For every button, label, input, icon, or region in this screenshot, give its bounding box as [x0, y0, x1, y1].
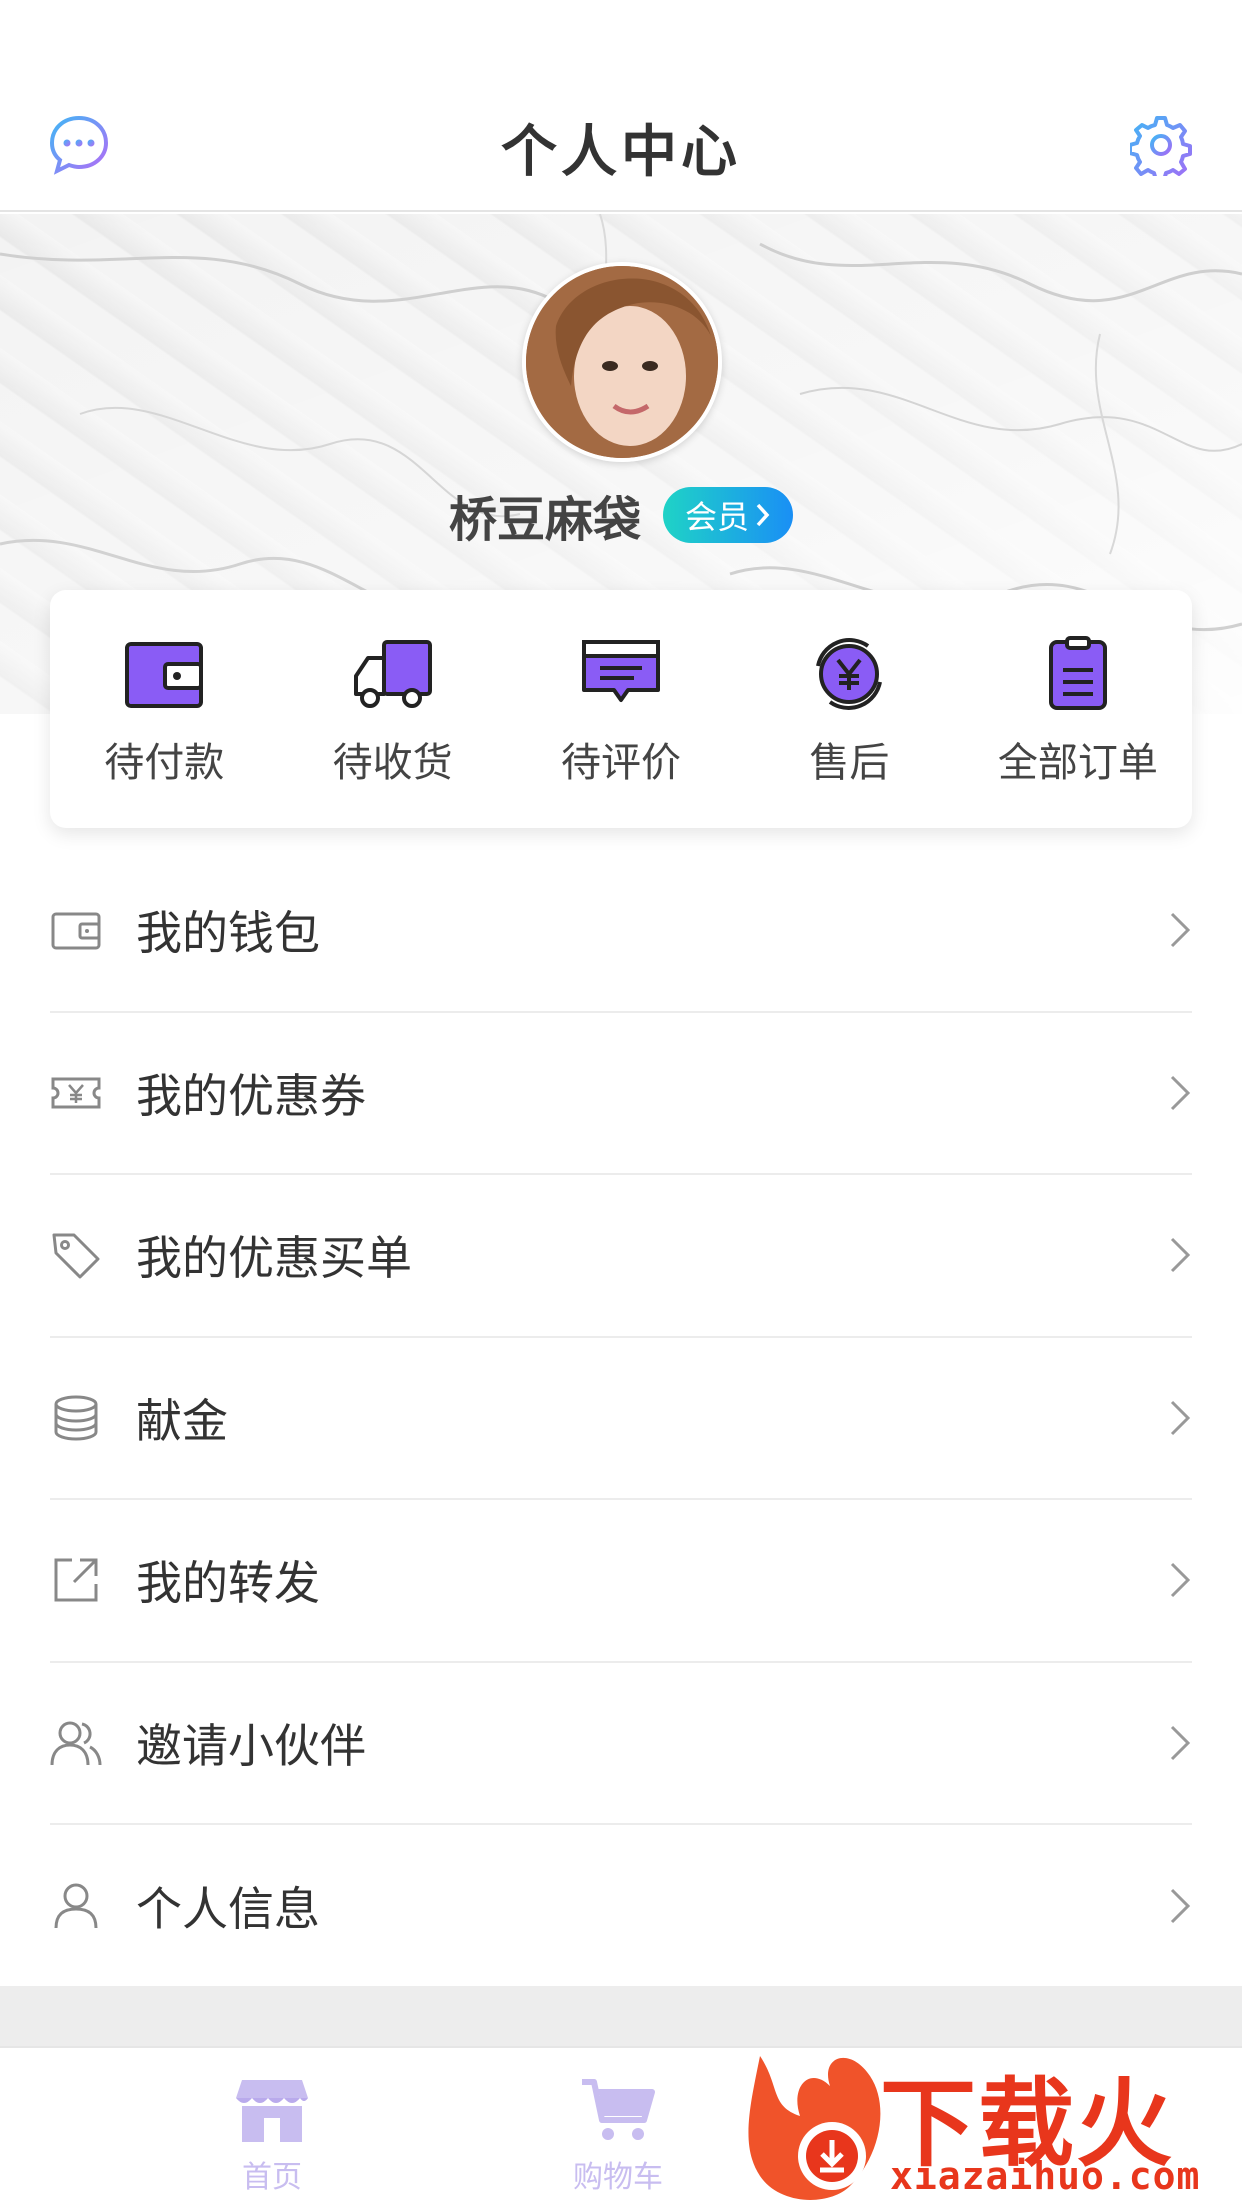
section-gap [0, 1986, 1242, 2046]
status-bar [0, 0, 1242, 84]
member-label: 会员 [685, 498, 750, 536]
order-pending-payment[interactable]: 待付款 [50, 590, 278, 828]
user-icon [54, 1883, 98, 1929]
order-after-sales[interactable]: 售后 [735, 590, 963, 828]
menu-label: 我的转发 [136, 1556, 320, 1611]
menu-item-wallet[interactable]: 我的钱包 [50, 850, 1192, 1013]
order-label: 全部订单 [997, 740, 1158, 786]
tab-label: 首页 [242, 2160, 302, 2195]
menu-item-profile[interactable]: 个人信息 [50, 1825, 1192, 1988]
avatar[interactable] [522, 262, 722, 462]
chevron-right-icon [1170, 1725, 1191, 1760]
order-label: 售后 [809, 740, 890, 786]
menu-label: 我的钱包 [136, 906, 320, 961]
menu-label: 个人信息 [136, 1882, 320, 1937]
clipboard-icon [1048, 636, 1107, 710]
share-icon [54, 1558, 98, 1602]
order-status-card: 待付款 待收货 待评价 售后 全部订单 [50, 590, 1192, 828]
tab-cart[interactable]: 购物车 [508, 2048, 728, 2196]
coins-icon [54, 1395, 98, 1441]
member-badge[interactable]: 会员 [663, 487, 794, 543]
tab-label: 购物车 [573, 2160, 663, 2195]
cart-icon [582, 2079, 655, 2140]
tab-home[interactable]: 首页 [162, 2048, 382, 2196]
friends-icon [50, 1721, 102, 1765]
menu-label: 我的优惠买单 [136, 1231, 412, 1286]
message-icon[interactable] [48, 114, 110, 176]
menu-item-donation[interactable]: 献金 [50, 1338, 1192, 1500]
chevron-right-icon [1170, 913, 1191, 948]
user-name: 桥豆麻袋 [448, 492, 641, 548]
order-label: 待评价 [561, 740, 682, 786]
store-icon [236, 2080, 308, 2142]
menu-item-discount-bill[interactable]: 我的优惠买单 [50, 1175, 1192, 1338]
watermark-url: xiazaihuo.com [890, 2154, 1201, 2198]
order-label: 待收货 [332, 740, 453, 786]
menu-item-coupons[interactable]: 我的优惠券 [50, 1013, 1192, 1175]
comment-icon [582, 640, 661, 702]
order-all[interactable]: 全部订单 [964, 590, 1192, 828]
chevron-right-icon [1170, 1400, 1191, 1435]
chevron-right-icon [1170, 1889, 1191, 1924]
chevron-right-icon [1170, 1238, 1191, 1273]
order-pending-review[interactable]: 待评价 [507, 590, 735, 828]
tag-icon [52, 1233, 100, 1279]
menu-list: 我的钱包 我的优惠券 我的优惠买单 献金 我的转发 邀请小伙伴 个人信息 [50, 850, 1192, 1988]
wallet-outline-icon [51, 912, 101, 950]
truck-icon [353, 640, 432, 708]
flame-logo-icon [748, 2056, 881, 2200]
watermark: 下载火 xiazaihuo.com [740, 2046, 1242, 2208]
coupon-icon [51, 1077, 101, 1109]
chevron-right-icon [1170, 1563, 1191, 1598]
header: 个人中心 [0, 84, 1242, 212]
menu-item-invite[interactable]: 邀请小伙伴 [50, 1663, 1192, 1825]
yen-refresh-icon [816, 638, 883, 710]
page-title: 个人中心 [501, 119, 741, 185]
menu-item-share[interactable]: 我的转发 [50, 1500, 1192, 1663]
order-label: 待付款 [104, 740, 225, 786]
user-row: 桥豆麻袋 会员 [0, 480, 1242, 550]
wallet-icon [125, 642, 204, 708]
order-pending-receipt[interactable]: 待收货 [278, 590, 506, 828]
chevron-right-icon [756, 503, 770, 527]
chevron-right-icon [1170, 1075, 1191, 1110]
menu-label: 我的优惠券 [136, 1068, 366, 1123]
settings-gear-icon[interactable] [1130, 114, 1192, 176]
menu-label: 献金 [136, 1393, 228, 1448]
menu-label: 邀请小伙伴 [136, 1718, 366, 1773]
